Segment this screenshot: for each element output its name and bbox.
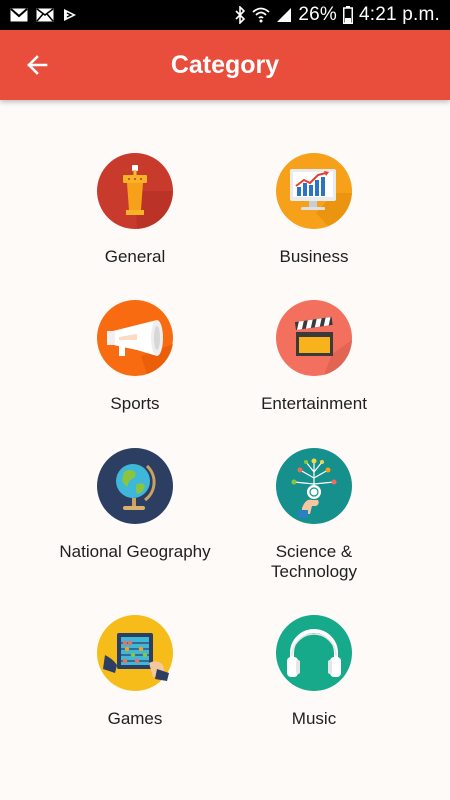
category-label: Games [107,709,163,728]
category-label: General [104,247,166,266]
category-national-geography[interactable]: National Geography [35,448,235,562]
category-label: Science & Technology [270,542,357,581]
category-label: National Geography [59,542,211,561]
globe-icon [97,448,173,524]
back-arrow-icon [27,55,48,75]
category-label: Entertainment [261,394,367,413]
category-general[interactable]: General [35,153,235,267]
app-bar: Category [0,30,450,100]
category-label: Music [291,709,337,728]
notification-icon [62,7,78,23]
status-bar: 26% 4:21 p.m. [0,0,450,30]
page-title: Category [170,50,280,79]
status-bar-right: 26% 4:21 p.m. [234,4,440,26]
status-bar-left [10,7,78,23]
wifi-icon [252,7,270,23]
category-business[interactable]: Business [214,153,414,267]
signal-icon [276,7,292,23]
clapperboard-icon [276,300,352,376]
category-sports[interactable]: Sports [35,300,235,414]
mail-icon [36,8,54,22]
headphones-icon [276,615,352,691]
status-time: 4:21 p.m. [358,4,440,25]
gmail-icon [10,8,28,22]
category-science-technology[interactable]: Science & Technology [214,448,414,582]
megaphone-icon [97,300,173,376]
category-grid: General Business Sports Entertainment Na… [0,100,450,800]
battery-percent: 26% [298,4,337,25]
category-games[interactable]: Games [35,615,235,729]
podium-icon [97,153,173,229]
category-music[interactable]: Music [214,615,414,729]
abacus-icon [97,615,173,691]
battery-icon [342,6,353,24]
category-label: Sports [110,394,160,413]
bluetooth-icon [234,6,246,24]
category-entertainment[interactable]: Entertainment [214,300,414,414]
monitor-chart-icon [276,153,352,229]
category-label: Business [279,247,349,266]
tech-network-icon [276,448,352,524]
back-button[interactable] [22,50,52,80]
